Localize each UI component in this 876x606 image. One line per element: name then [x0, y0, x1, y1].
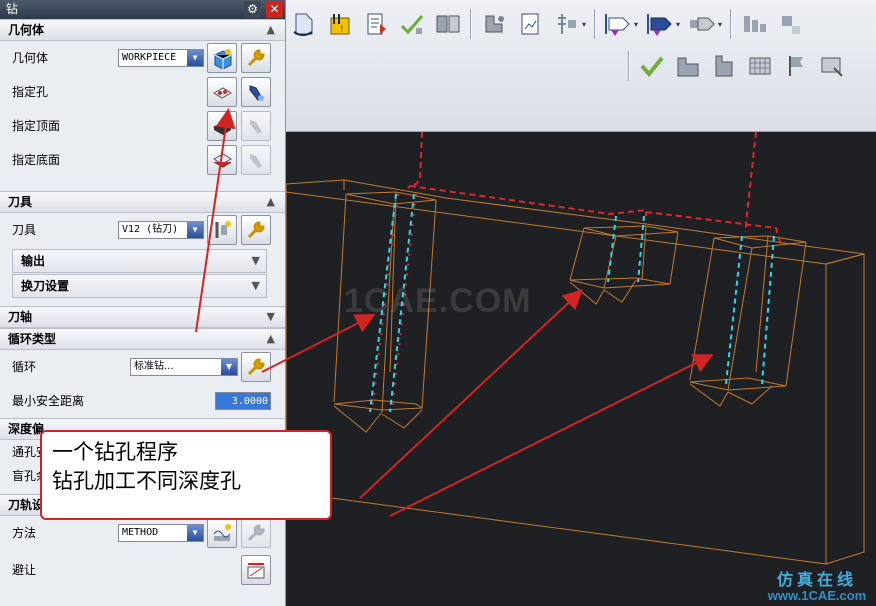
callout-line-1: 一个钻孔程序 — [52, 440, 178, 464]
annotation-callout: 一个钻孔程序 钻孔加工不同深度孔 — [40, 430, 332, 520]
callout-line-2: 钻孔加工不同深度孔 — [52, 469, 241, 493]
